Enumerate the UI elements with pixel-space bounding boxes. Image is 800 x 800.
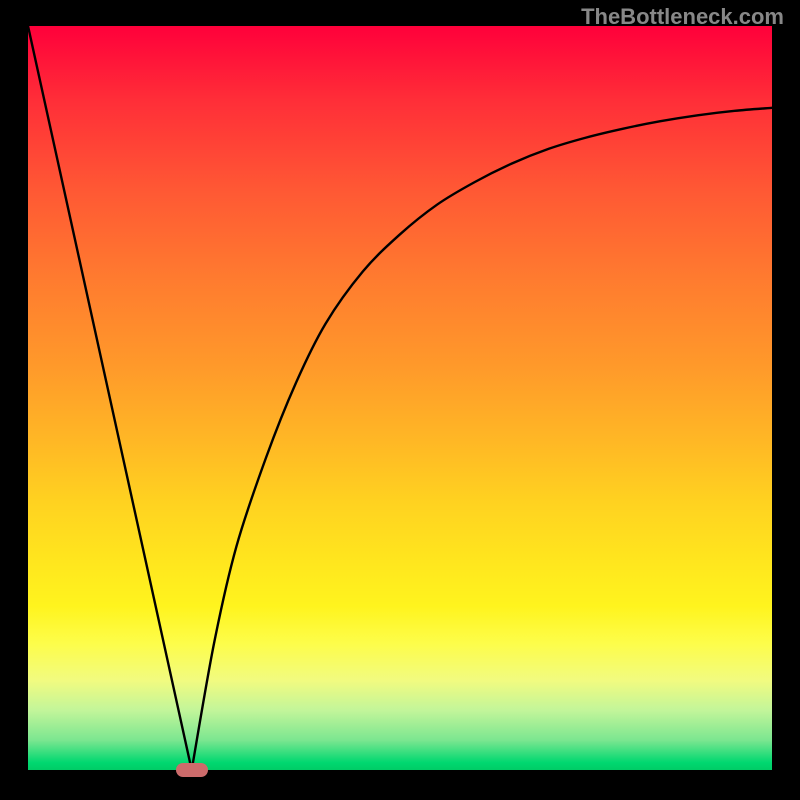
curve-path: [28, 26, 772, 770]
chart-frame: TheBottleneck.com: [0, 0, 800, 800]
optimal-marker: [176, 763, 208, 777]
bottleneck-curve: [28, 26, 772, 770]
watermark-text: TheBottleneck.com: [581, 4, 784, 30]
